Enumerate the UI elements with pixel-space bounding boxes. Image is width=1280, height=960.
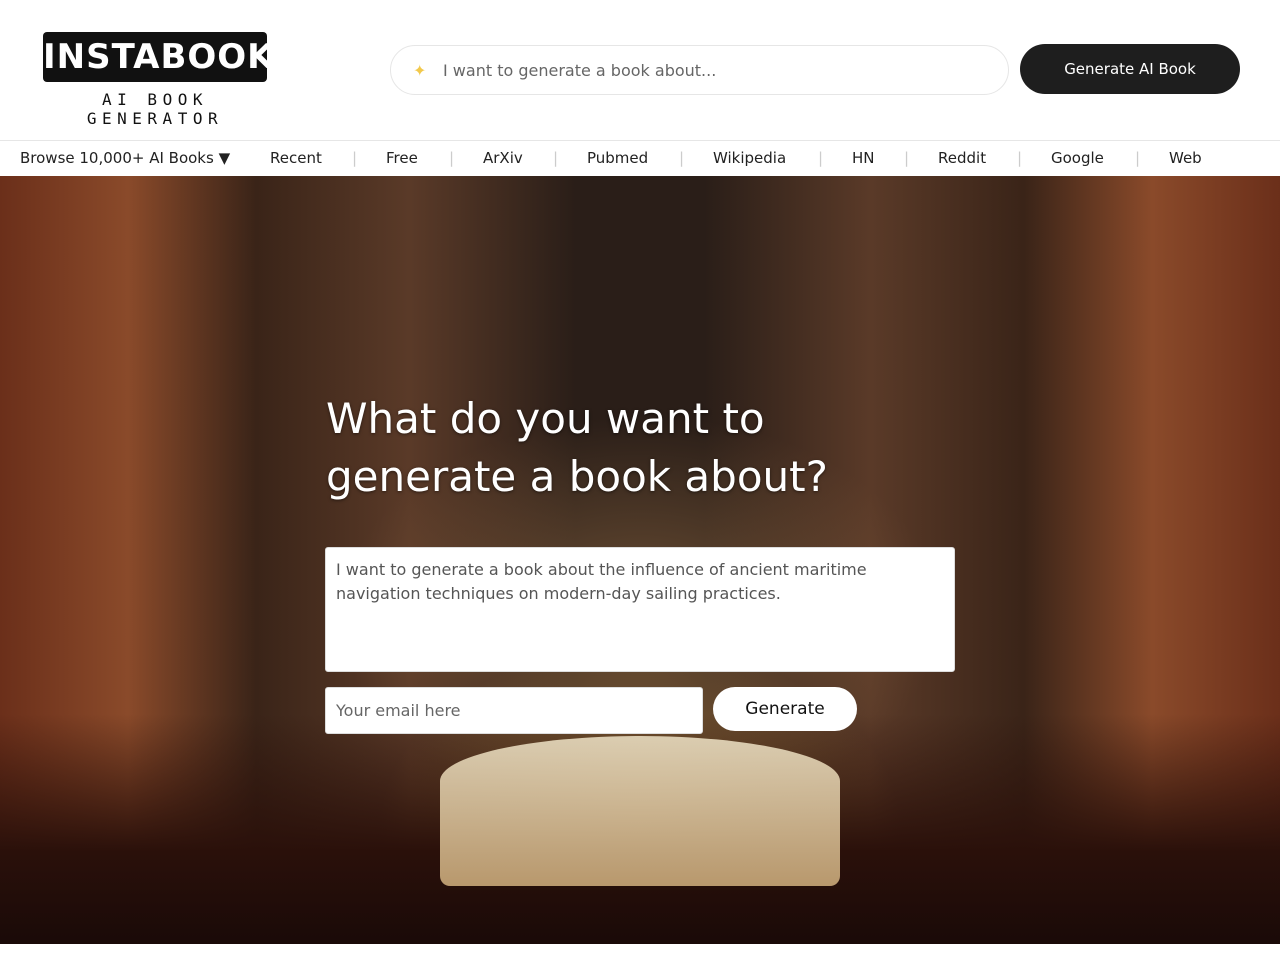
open-book-image: [440, 736, 840, 886]
nav-google[interactable]: Google: [1051, 149, 1104, 167]
generate-button[interactable]: Generate: [713, 687, 857, 731]
sparkles-icon: ✦: [413, 60, 427, 80]
divider: |: [352, 149, 358, 167]
nav-arxiv[interactable]: ArXiv: [483, 149, 523, 167]
search-bar[interactable]: ✦: [390, 45, 1009, 95]
divider: |: [553, 149, 559, 167]
logo-subtitle: AI BOOK GENERATOR: [86, 90, 224, 128]
nav-web[interactable]: Web: [1169, 149, 1202, 167]
divider: |: [818, 149, 824, 167]
divider: |: [449, 149, 455, 167]
divider: |: [1017, 149, 1023, 167]
browse-dropdown[interactable]: Browse 10,000+ AI Books ▼: [20, 149, 230, 167]
nav-hn[interactable]: HN: [852, 149, 875, 167]
hero-title: What do you want to generate a book abou…: [326, 394, 828, 501]
nav-pubmed[interactable]: Pubmed: [587, 149, 648, 167]
nav-reddit[interactable]: Reddit: [938, 149, 986, 167]
logo-title: INSTABOOKS: [43, 32, 299, 82]
email-input[interactable]: [325, 687, 703, 734]
book-prompt-textarea[interactable]: I want to generate a book about the infl…: [325, 547, 955, 672]
search-input[interactable]: [443, 60, 983, 80]
nav-recent[interactable]: Recent: [270, 149, 322, 167]
nav-bar: Browse 10,000+ AI Books ▼ Recent | Free …: [0, 140, 1280, 176]
logo[interactable]: INSTABOOKS AI BOOK GENERATOR: [43, 32, 299, 128]
divider: |: [904, 149, 910, 167]
nav-wikipedia[interactable]: Wikipedia: [713, 149, 786, 167]
nav-free[interactable]: Free: [386, 149, 418, 167]
generate-ai-book-button[interactable]: Generate AI Book: [1020, 44, 1240, 94]
header: INSTABOOKS AI BOOK GENERATOR ✦ Generate …: [0, 0, 1280, 140]
divider: |: [679, 149, 685, 167]
divider: |: [1135, 149, 1141, 167]
